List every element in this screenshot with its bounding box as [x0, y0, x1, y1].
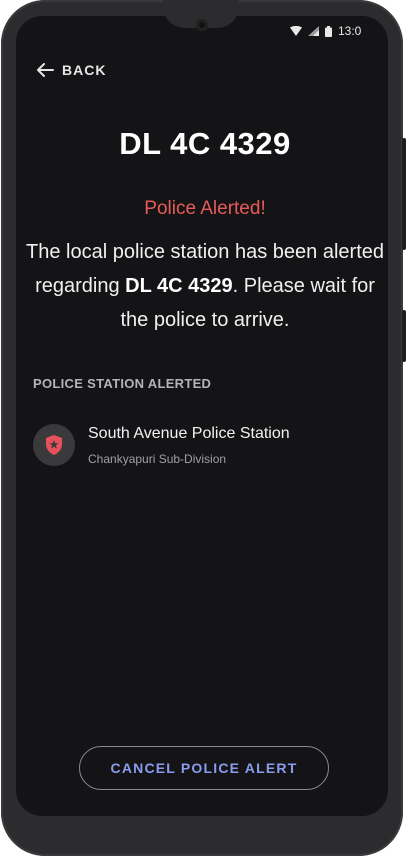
battery-icon: [325, 25, 332, 37]
station-avatar: [33, 424, 75, 466]
wifi-icon: [290, 26, 302, 36]
station-subdivision: Chankyapuri Sub-Division: [88, 452, 227, 466]
status-time: 13:0: [338, 24, 362, 38]
signal-icon: [308, 26, 319, 36]
arrow-left-icon: [37, 63, 54, 77]
alert-message: The local police station has been alerte…: [20, 235, 390, 337]
alert-message-plate: DL 4C 4329: [125, 275, 233, 297]
cancel-alert-button[interactable]: CANCEL POLICE ALERT: [79, 746, 329, 790]
station-name: South Avenue Police Station: [88, 425, 290, 442]
volume-button: [402, 310, 406, 362]
alert-status: Police Alerted!: [144, 198, 266, 219]
back-button[interactable]: BACK: [37, 62, 106, 78]
police-badge-icon: [46, 435, 62, 455]
police-station-item: South Avenue Police Station Chankyapuri …: [33, 424, 290, 466]
front-camera: [196, 19, 208, 31]
back-label: BACK: [62, 62, 107, 78]
station-details: South Avenue Police Station Chankyapuri …: [88, 424, 290, 466]
status-bar: 13:0: [290, 22, 390, 40]
vehicle-plate-title: DL 4C 4329: [119, 126, 291, 161]
section-label: POLICE STATION ALERTED: [33, 376, 212, 391]
